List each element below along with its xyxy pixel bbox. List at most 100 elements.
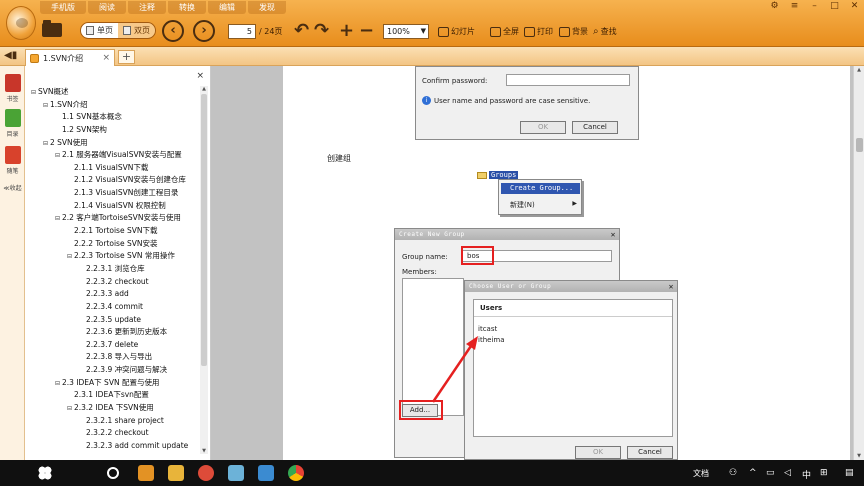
- tray-label[interactable]: 文档: [693, 468, 709, 479]
- menu-tab-discover[interactable]: 发现: [248, 1, 286, 14]
- prev-page-button[interactable]: ‹: [162, 20, 184, 42]
- toc-item[interactable]: 2.1.4 VisualSVN 权限控制: [31, 200, 196, 213]
- toc-item[interactable]: 2.1.1 VisualSVN下载: [31, 162, 196, 175]
- input-icon[interactable]: ⊞: [820, 468, 828, 478]
- print-button[interactable]: 打印: [524, 22, 553, 41]
- toc-item[interactable]: ⊟ 2.2.3 Tortoise SVN 常用操作: [31, 250, 196, 263]
- rail-collapse[interactable]: ≪收起: [2, 183, 23, 192]
- file-explorer-icon[interactable]: [168, 465, 184, 481]
- rail-note[interactable]: 随笔: [2, 146, 23, 175]
- close-icon[interactable]: ✕: [849, 1, 860, 11]
- toc-item[interactable]: 2.2.3.2 checkout: [31, 276, 196, 289]
- menu-tabs: 手机版 阅读 注释 转换 编辑 发现: [40, 1, 286, 15]
- menu-tab-edit[interactable]: 编辑: [208, 1, 246, 14]
- toc-item[interactable]: 2.1.3 VisualSVN创建工程目录: [31, 187, 196, 200]
- menu-tab-annotate[interactable]: 注释: [128, 1, 166, 14]
- pw-cancel-button: Cancel: [572, 121, 618, 134]
- toc-item[interactable]: 2.2.3.5 update: [31, 314, 196, 327]
- menu-tab-mobile[interactable]: 手机版: [40, 1, 86, 14]
- tab-close-icon[interactable]: ×: [102, 53, 110, 63]
- toc-item[interactable]: 2.3.2.3 add commit update: [31, 440, 196, 453]
- toc-item[interactable]: ⊟ 2.3.2 IDEA 下SVN使用: [31, 402, 196, 415]
- find-button[interactable]: ⌕ 查找: [593, 22, 617, 41]
- chrome-icon[interactable]: [288, 465, 304, 481]
- chevron-up-icon[interactable]: ^: [749, 468, 757, 478]
- toc-item[interactable]: 2.2.3.4 commit: [31, 301, 196, 314]
- toc-item[interactable]: 2.2.3.3 add: [31, 288, 196, 301]
- note-icon: [4, 146, 21, 164]
- toc-item[interactable]: 2.2.3.6 更新到历史版本: [31, 326, 196, 339]
- toc-item[interactable]: 1.2 SVN架构: [31, 124, 196, 137]
- reader-app-icon[interactable]: [138, 465, 154, 481]
- toc-item[interactable]: 2.3.2.2 checkout: [31, 427, 196, 440]
- toc-item[interactable]: ⊟ 2.2 客户端TortoiseSVN安装与使用: [31, 212, 196, 225]
- notification-icon[interactable]: ▤: [845, 468, 854, 478]
- toc-scrollbar[interactable]: ▲ ▼: [200, 86, 208, 454]
- toc-item-label: 2.2.1 Tortoise SVN下载: [74, 226, 158, 236]
- tab-document[interactable]: 1.SVN介绍 ×: [25, 49, 115, 66]
- toc-item[interactable]: ⊟ 2 SVN使用: [31, 137, 196, 150]
- toc-scroll-thumb[interactable]: [201, 94, 207, 366]
- start-icon[interactable]: [38, 466, 52, 480]
- scroll-down-icon[interactable]: ▼: [854, 453, 864, 459]
- toc-item[interactable]: 2.3.1 IDEA下svn配置: [31, 389, 196, 402]
- document-scrollbar[interactable]: ▲ ▼: [853, 66, 864, 460]
- volume-icon[interactable]: ◁: [784, 468, 791, 478]
- settings-icon[interactable]: ⚙: [769, 1, 780, 11]
- toc-item[interactable]: ⊟ 1.SVN介绍: [31, 99, 196, 112]
- zoom-in-icon[interactable]: +: [339, 21, 354, 41]
- toc-item[interactable]: 2.2.3.7 delete: [31, 339, 196, 352]
- slideshow-label: 幻灯片: [451, 27, 475, 36]
- open-file-button[interactable]: [42, 20, 66, 40]
- zoom-select[interactable]: 100% ▼: [383, 24, 429, 39]
- toc-item[interactable]: 2.2.3.9 冲突问题与解决: [31, 364, 196, 377]
- rail-bookmark[interactable]: 书签: [2, 74, 23, 103]
- toc-close-icon[interactable]: ×: [196, 71, 204, 81]
- app-logo-icon[interactable]: [6, 6, 36, 40]
- document-scroll-thumb[interactable]: [856, 138, 863, 152]
- toc-item[interactable]: 2.1.2 VisualSVN安装与创建仓库: [31, 174, 196, 187]
- toc-item[interactable]: 2.2.1 Tortoise SVN下载: [31, 225, 196, 238]
- maximize-icon[interactable]: □: [829, 1, 840, 11]
- minimize-icon[interactable]: –: [809, 1, 820, 11]
- people-icon[interactable]: ⚇: [729, 468, 737, 478]
- menu-tab-convert[interactable]: 转换: [168, 1, 206, 14]
- menu-tab-read[interactable]: 阅读: [88, 1, 126, 14]
- scroll-up-icon[interactable]: ▲: [854, 67, 864, 73]
- toc-item[interactable]: 1.1 SVN基本概念: [31, 111, 196, 124]
- zoom-out-icon[interactable]: −: [359, 21, 374, 41]
- scroll-up-icon[interactable]: ▲: [200, 86, 208, 92]
- single-page-button[interactable]: 单页: [81, 23, 118, 38]
- rotate-right-icon[interactable]: ↷: [314, 21, 329, 41]
- single-page-icon: [86, 26, 94, 35]
- toc-item[interactable]: 2.2.3.1 浏览仓库: [31, 263, 196, 276]
- toc-item[interactable]: 2.2.3.8 导入与导出: [31, 351, 196, 364]
- network-icon[interactable]: ▭: [766, 468, 775, 478]
- next-page-button[interactable]: ›: [193, 20, 215, 42]
- ime-icon[interactable]: 中: [802, 468, 811, 481]
- toc-item[interactable]: ⊟ SVN概述: [31, 86, 196, 99]
- app-icon[interactable]: [228, 465, 244, 481]
- fullscreen-button[interactable]: 全屏: [490, 22, 519, 41]
- back-arrow-icon[interactable]: ◀▮: [4, 50, 17, 61]
- document-tabbar: ◀▮ 1.SVN介绍 × +: [0, 47, 864, 66]
- rail-toc[interactable]: 目录: [2, 109, 23, 138]
- groups-tree-node: Groups: [477, 171, 519, 179]
- page-number-input[interactable]: 5: [228, 24, 256, 39]
- app-icon[interactable]: [258, 465, 274, 481]
- background-button[interactable]: 背景: [559, 22, 588, 41]
- double-page-button[interactable]: 双页: [118, 23, 155, 38]
- slideshow-button[interactable]: 幻灯片: [438, 22, 475, 41]
- cng-titlebar: Create New Group ✕: [395, 229, 619, 240]
- new-tab-button[interactable]: +: [118, 50, 135, 64]
- menu-icon[interactable]: ≡: [789, 1, 800, 11]
- search-icon[interactable]: [107, 467, 119, 479]
- scroll-down-icon[interactable]: ▼: [200, 448, 208, 454]
- toc-item[interactable]: ⊟ 2.3 IDEA下 SVN 配置与使用: [31, 377, 196, 390]
- app-icon[interactable]: [198, 465, 214, 481]
- fullscreen-label: 全屏: [503, 27, 519, 36]
- toc-item[interactable]: 2.2.2 Tortoise SVN安装: [31, 238, 196, 251]
- toc-item[interactable]: 2.3.2.1 share project: [31, 415, 196, 428]
- rotate-left-icon[interactable]: ↶: [294, 21, 309, 41]
- toc-item[interactable]: ⊟ 2.1 服务器端VisualSVN安装与配置: [31, 149, 196, 162]
